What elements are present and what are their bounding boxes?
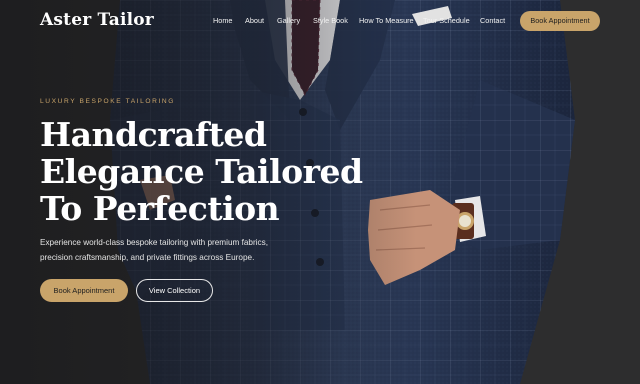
hero-headline-line: Handcrafted [40, 115, 267, 154]
top-navigation-bar: Aster Tailor Home About Gallery Style Bo… [0, 0, 640, 44]
hero-description: Experience world-class bespoke tailoring… [40, 236, 300, 265]
nav-item-about[interactable]: About [245, 16, 264, 25]
nav-item-how-to-measure[interactable]: How To Measure [359, 16, 414, 25]
hero-description-line: Experience world-class bespoke tailoring… [40, 238, 268, 247]
nav-item-contact[interactable]: Contact [480, 16, 505, 25]
hero-eyebrow: LUXURY BESPOKE TAILORING [40, 98, 176, 105]
nav-item-gallery[interactable]: Gallery [277, 16, 300, 25]
hero-headline: Handcrafted Elegance Tailored To Perfect… [40, 115, 363, 228]
nav-item-tour-schedule[interactable]: Tour Schedule [423, 16, 470, 25]
book-appointment-button[interactable]: Book Appointment [40, 279, 128, 302]
brand-logo[interactable]: Aster Tailor [40, 10, 154, 30]
hero-description-line: precision craftsmanship, and private fit… [40, 252, 255, 262]
book-appointment-nav-button[interactable]: Book Appointment [520, 11, 600, 31]
nav-item-home[interactable]: Home [213, 16, 232, 25]
nav-item-style-book[interactable]: Style Book [313, 16, 348, 25]
hero-headline-line: Elegance Tailored [40, 152, 363, 191]
view-collection-button[interactable]: View Collection [136, 279, 213, 302]
hero-headline-line: To Perfection [40, 189, 280, 228]
